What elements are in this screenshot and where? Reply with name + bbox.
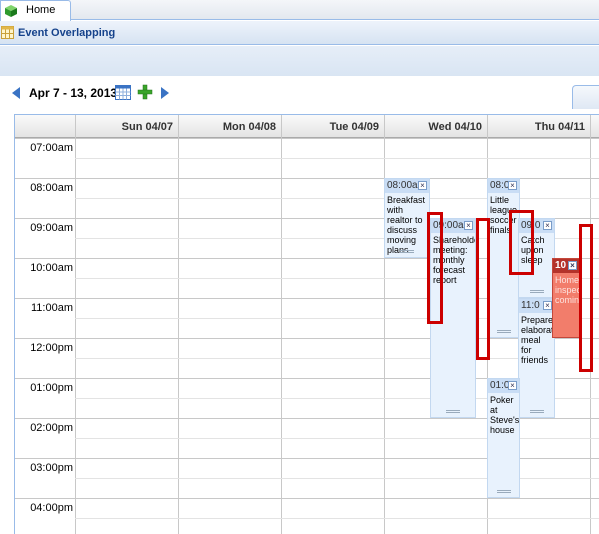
event-breakfast[interactable]: 08:00am × Breakfast with realtor to discu…	[384, 178, 430, 258]
row-divider	[75, 198, 599, 199]
panel-header: Event Overlapping	[0, 21, 599, 45]
event-time: 10	[555, 260, 567, 271]
resize-handle[interactable]	[496, 330, 511, 333]
event-home-inspection[interactable]: 10× Home inspection coming	[552, 258, 580, 338]
time-label: 09:00am	[30, 222, 73, 234]
panel-title: Event Overlapping	[18, 27, 116, 39]
resize-handle[interactable]	[496, 490, 511, 493]
close-icon[interactable]: ×	[543, 301, 552, 310]
week-calendar: Sun 04/07 Mon 04/08 Tue 04/09 Wed 04/10 …	[14, 114, 599, 534]
event-time: 11:0	[521, 300, 540, 311]
close-icon[interactable]: ×	[508, 181, 517, 190]
resize-handle[interactable]	[400, 250, 414, 253]
resize-handle[interactable]	[446, 410, 460, 413]
time-label: 02:00pm	[30, 422, 73, 434]
event-time: 01:0	[490, 380, 510, 391]
time-label: 04:00pm	[30, 502, 73, 514]
event-meal[interactable]: 11:0 × Prepare elaborate meal for friends	[518, 298, 555, 418]
day-header-sun: Sun 04/07	[121, 121, 173, 133]
highlight-box	[579, 224, 593, 372]
row-divider	[15, 338, 599, 339]
view-tab[interactable]	[572, 85, 599, 109]
highlight-box	[476, 218, 490, 360]
close-icon[interactable]: ×	[418, 181, 427, 190]
calendar-nav: Apr 7 - 13, 2013	[0, 76, 599, 110]
row-divider	[15, 498, 599, 499]
close-icon[interactable]: ×	[508, 381, 517, 390]
day-header-tue: Tue 04/09	[329, 121, 379, 133]
row-divider	[75, 478, 599, 479]
day-header-mon: Mon 04/08	[222, 121, 276, 133]
calendar-icon[interactable]	[115, 84, 131, 100]
event-title: Prepare elaborate meal for friends	[521, 315, 555, 365]
close-icon[interactable]: ×	[464, 221, 473, 230]
calendar-grid-icon	[1, 26, 14, 39]
toolbar-strip	[0, 46, 599, 76]
event-title: Poker at Steve's house	[490, 395, 520, 435]
row-divider	[75, 158, 599, 159]
row-divider	[15, 138, 599, 139]
time-label: 01:00pm	[30, 382, 73, 394]
close-icon[interactable]: ×	[543, 221, 552, 230]
resize-handle[interactable]	[529, 290, 544, 293]
time-label: 10:00am	[30, 262, 73, 274]
add-icon[interactable]	[137, 84, 153, 100]
date-range-label: Apr 7 - 13, 2013	[29, 86, 118, 100]
time-label: 07:00am	[30, 142, 73, 154]
row-divider	[75, 518, 599, 519]
resize-handle[interactable]	[529, 410, 544, 413]
time-label: 08:00am	[30, 182, 73, 194]
event-title: Breakfast with realtor to discuss moving…	[387, 195, 426, 255]
highlight-box	[427, 212, 443, 324]
arrow-right-icon[interactable]	[161, 87, 169, 99]
time-label: 11:00am	[31, 302, 73, 314]
event-poker[interactable]: 01:0 × Poker at Steve's house	[487, 378, 520, 498]
tab-home-label: Home	[26, 4, 56, 16]
day-header-thu: Thu 04/11	[534, 121, 585, 133]
time-label: 03:00pm	[30, 462, 73, 474]
time-label: 12:00pm	[30, 342, 73, 354]
highlight-box	[509, 210, 534, 275]
row-divider	[75, 438, 599, 439]
tab-home[interactable]: Home	[0, 0, 71, 21]
tab-bar: Home	[0, 0, 599, 21]
arrow-left-icon[interactable]	[12, 87, 20, 99]
close-icon[interactable]: ×	[568, 261, 577, 270]
day-header-wed: Wed 04/10	[428, 121, 482, 133]
event-title: Home inspection coming	[555, 275, 580, 305]
cube-icon	[5, 5, 17, 17]
event-time: 08:0	[490, 180, 510, 191]
calendar-header: Sun 04/07 Mon 04/08 Tue 04/09 Wed 04/10 …	[15, 115, 599, 138]
